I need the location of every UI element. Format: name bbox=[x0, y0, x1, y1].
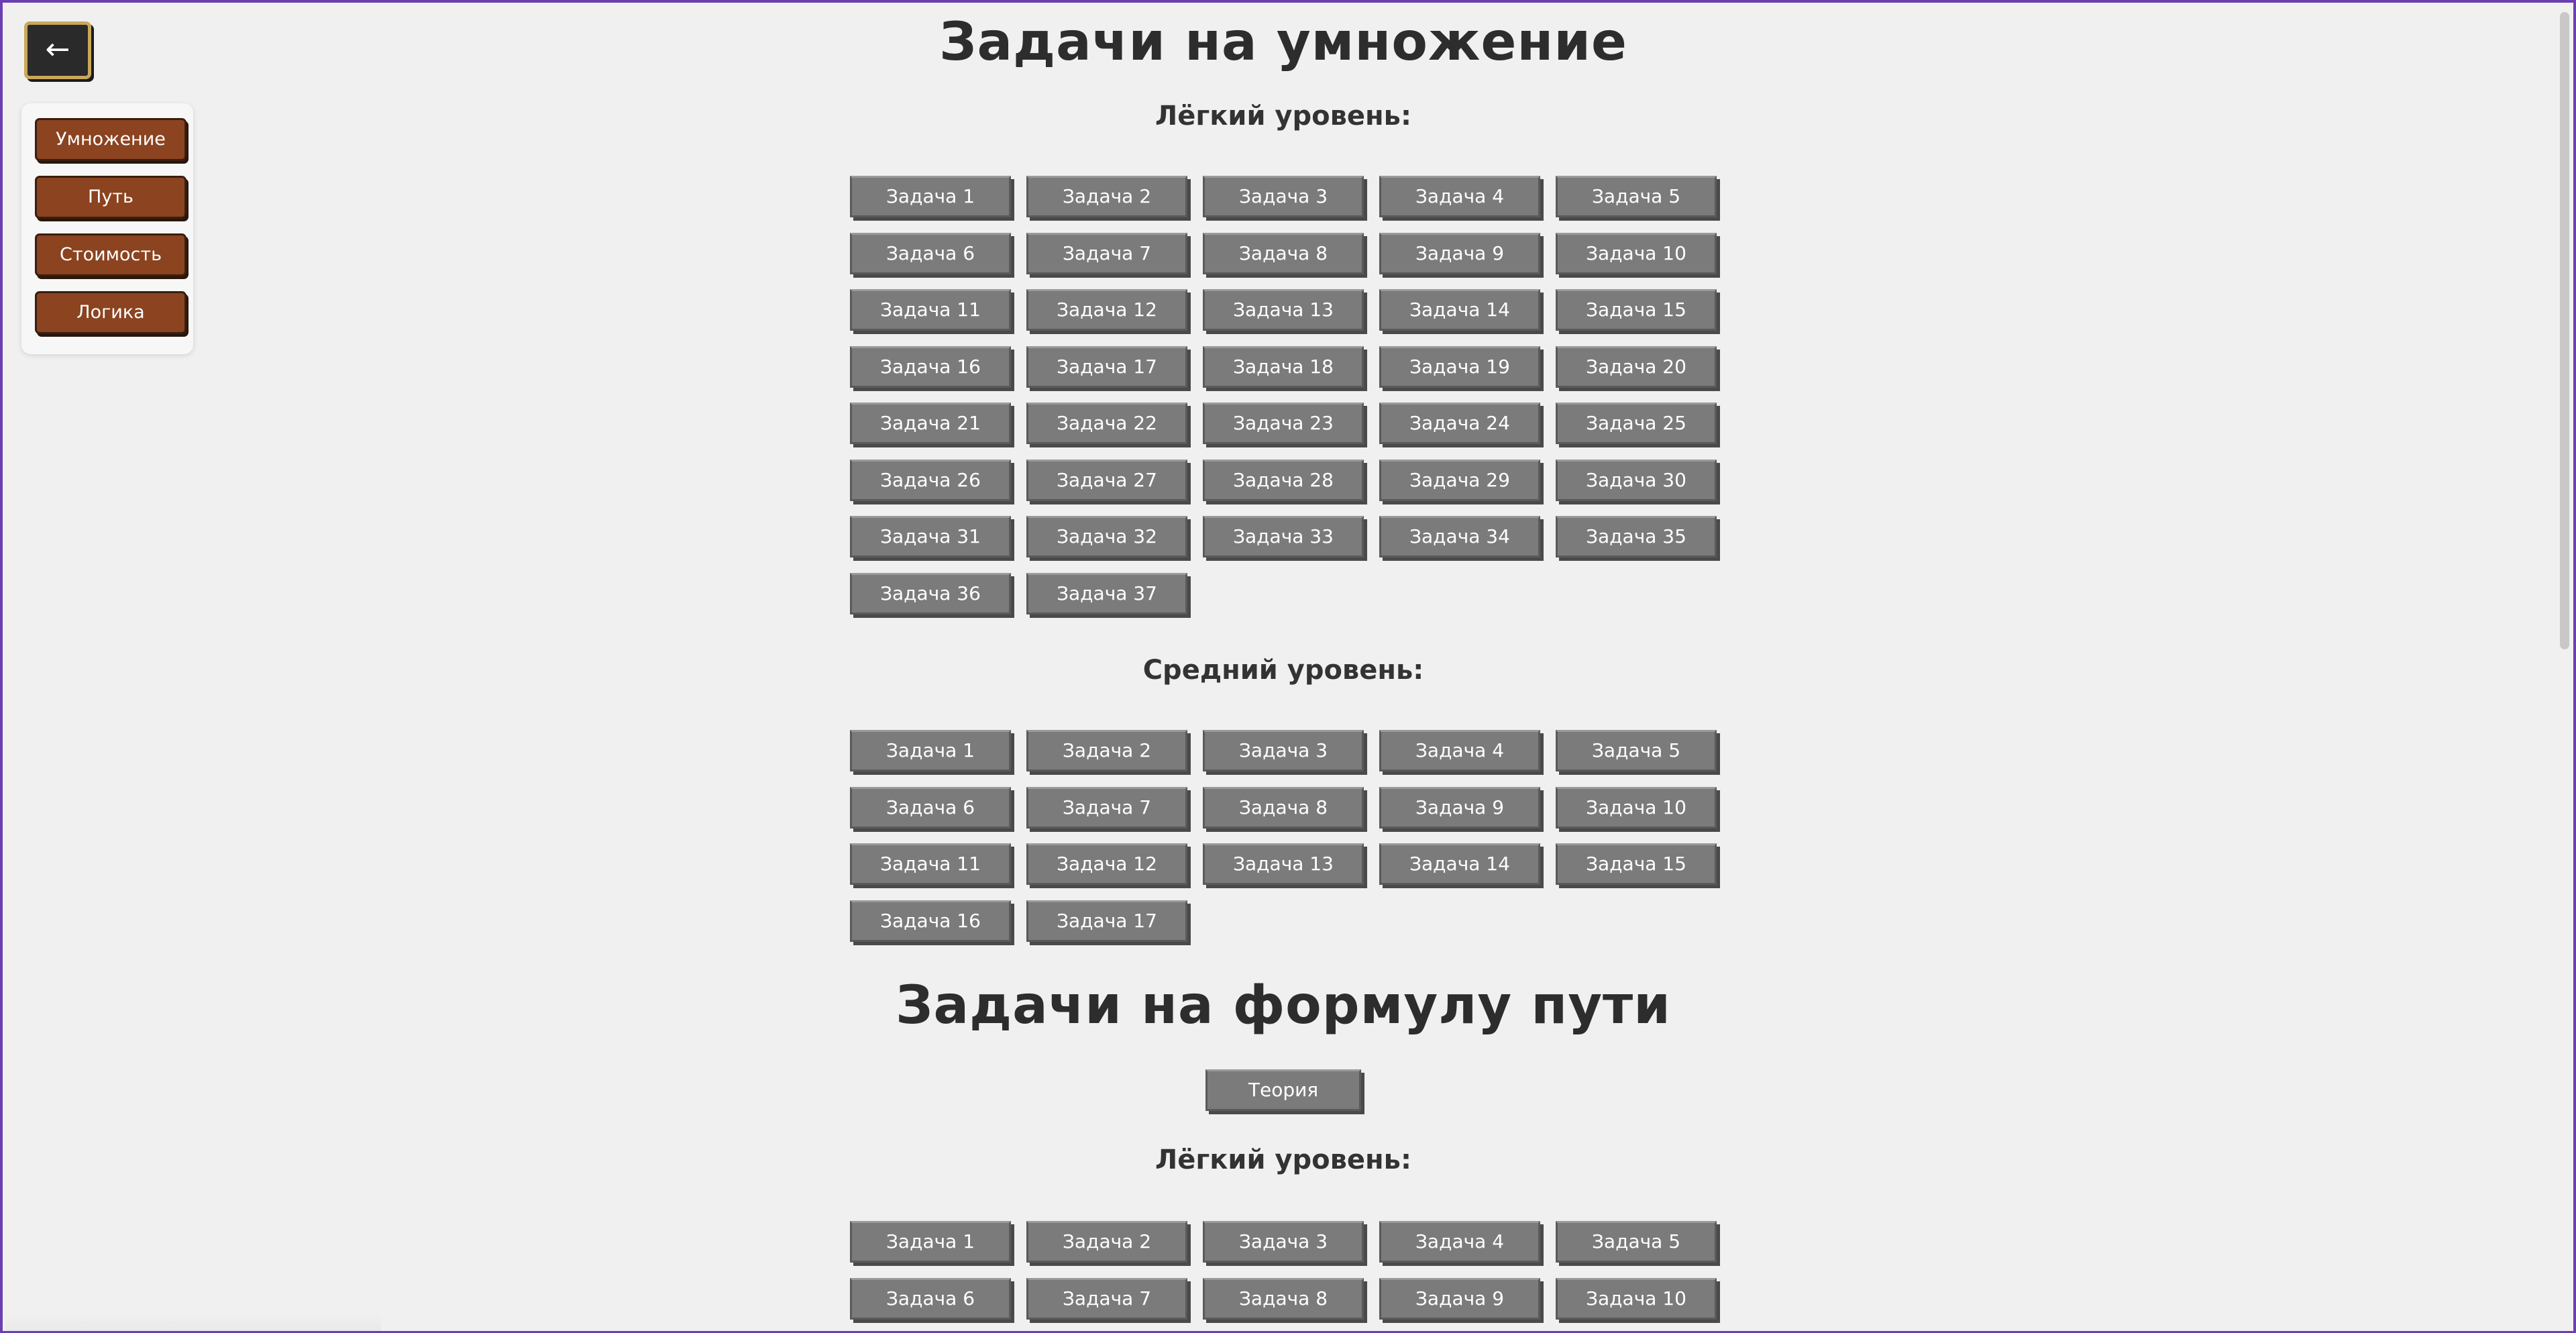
task-button[interactable]: Задача 3 bbox=[1203, 176, 1364, 217]
task-button[interactable]: Задача 3 bbox=[1203, 1221, 1364, 1263]
task-button[interactable]: Задача 19 bbox=[1379, 345, 1540, 388]
back-button[interactable]: ← bbox=[24, 21, 91, 79]
section-title-multiplication: Задачи на умножение bbox=[939, 12, 1627, 72]
task-button[interactable]: Задача 30 bbox=[1556, 459, 1717, 501]
task-button[interactable]: Задача 25 bbox=[1556, 403, 1717, 444]
level-title-medium: Средний уровень: bbox=[1142, 655, 1424, 686]
task-button[interactable]: Задача 4 bbox=[1379, 176, 1540, 217]
task-button[interactable]: Задача 10 bbox=[1556, 232, 1717, 274]
nav-button-multiplication[interactable]: Умножение bbox=[35, 118, 186, 161]
task-button[interactable]: Задача 34 bbox=[1379, 516, 1540, 557]
nav-button-cost[interactable]: Стоимость bbox=[35, 233, 186, 276]
task-button[interactable]: Задача 13 bbox=[1203, 289, 1364, 331]
vertical-scrollbar-thumb[interactable] bbox=[2560, 12, 2569, 649]
task-button[interactable]: Задача 12 bbox=[1026, 289, 1187, 331]
task-button[interactable]: Задача 7 bbox=[1026, 1277, 1187, 1320]
task-button[interactable]: Задача 5 bbox=[1556, 176, 1717, 217]
task-button[interactable]: Задача 5 bbox=[1556, 730, 1717, 771]
task-button[interactable]: Задача 8 bbox=[1203, 1277, 1364, 1320]
task-button[interactable]: Задача 2 bbox=[1026, 176, 1187, 217]
task-button[interactable]: Задача 3 bbox=[1203, 730, 1364, 771]
task-button[interactable]: Задача 18 bbox=[1203, 345, 1364, 388]
task-button[interactable]: Задача 20 bbox=[1556, 345, 1717, 388]
task-button[interactable]: Задача 6 bbox=[850, 232, 1011, 274]
task-button[interactable]: Задача 9 bbox=[1379, 232, 1540, 274]
theory-button[interactable]: Теория bbox=[1205, 1069, 1361, 1111]
task-button[interactable]: Задача 6 bbox=[850, 786, 1011, 829]
task-button[interactable]: Задача 7 bbox=[1026, 232, 1187, 274]
task-button[interactable]: Задача 33 bbox=[1203, 516, 1364, 557]
task-button[interactable]: Задача 36 bbox=[850, 572, 1011, 615]
task-button[interactable]: Задача 7 bbox=[1026, 786, 1187, 829]
task-button[interactable]: Задача 10 bbox=[1556, 1277, 1717, 1320]
task-button[interactable]: Задача 29 bbox=[1379, 459, 1540, 501]
task-button[interactable]: Задача 1 bbox=[850, 1221, 1011, 1263]
task-button[interactable]: Задача 21 bbox=[850, 403, 1011, 444]
task-button[interactable]: Задача 14 bbox=[1379, 289, 1540, 331]
back-arrow-icon: ← bbox=[45, 32, 70, 66]
nav-button-path[interactable]: Путь bbox=[35, 176, 186, 219]
task-button[interactable]: Задача 13 bbox=[1203, 843, 1364, 885]
task-button[interactable]: Задача 8 bbox=[1203, 232, 1364, 274]
task-button[interactable]: Задача 14 bbox=[1379, 843, 1540, 885]
task-button[interactable]: Задача 9 bbox=[1379, 1277, 1540, 1320]
task-button[interactable]: Задача 1 bbox=[850, 176, 1011, 217]
task-button[interactable]: Задача 6 bbox=[850, 1277, 1011, 1320]
task-button[interactable]: Задача 23 bbox=[1203, 403, 1364, 444]
level-title-easy-path: Лёгкий уровень: bbox=[1155, 1144, 1411, 1175]
task-button[interactable]: Задача 4 bbox=[1379, 730, 1540, 771]
task-button[interactable]: Задача 5 bbox=[1556, 1221, 1717, 1263]
task-button[interactable]: Задача 31 bbox=[850, 516, 1011, 557]
task-button[interactable]: Задача 10 bbox=[1556, 786, 1717, 829]
task-button[interactable]: Задача 17 bbox=[1026, 900, 1187, 942]
task-button[interactable]: Задача 35 bbox=[1556, 516, 1717, 557]
task-button[interactable]: Задача 15 bbox=[1556, 843, 1717, 885]
task-button[interactable]: Задача 27 bbox=[1026, 459, 1187, 501]
task-button[interactable]: Задача 11 bbox=[850, 289, 1011, 331]
task-button[interactable]: Задача 1 bbox=[850, 730, 1011, 771]
task-button[interactable]: Задача 9 bbox=[1379, 786, 1540, 829]
task-button[interactable]: Задача 15 bbox=[1556, 289, 1717, 331]
level-title-easy: Лёгкий уровень: bbox=[1155, 101, 1411, 131]
task-button[interactable]: Задача 2 bbox=[1026, 730, 1187, 771]
task-button[interactable]: Задача 37 bbox=[1026, 572, 1187, 615]
task-button[interactable]: Задача 11 bbox=[850, 843, 1011, 885]
sidebar-nav: Умножение Путь Стоимость Логика bbox=[21, 103, 193, 354]
task-button[interactable]: Задача 12 bbox=[1026, 843, 1187, 885]
task-button[interactable]: Задача 17 bbox=[1026, 345, 1187, 388]
task-button[interactable]: Задача 22 bbox=[1026, 403, 1187, 444]
task-button[interactable]: Задача 28 bbox=[1203, 459, 1364, 501]
bottom-strip bbox=[5, 1315, 381, 1331]
task-button[interactable]: Задача 4 bbox=[1379, 1221, 1540, 1263]
section-title-path-formula: Задачи на формулу пути bbox=[896, 975, 1671, 1036]
task-button[interactable]: Задача 16 bbox=[850, 900, 1011, 942]
task-button[interactable]: Задача 32 bbox=[1026, 516, 1187, 557]
task-button[interactable]: Задача 8 bbox=[1203, 786, 1364, 829]
nav-button-logic[interactable]: Логика bbox=[35, 291, 186, 334]
task-button[interactable]: Задача 2 bbox=[1026, 1221, 1187, 1263]
task-button[interactable]: Задача 26 bbox=[850, 459, 1011, 501]
task-button[interactable]: Задача 24 bbox=[1379, 403, 1540, 444]
task-button[interactable]: Задача 16 bbox=[850, 345, 1011, 388]
